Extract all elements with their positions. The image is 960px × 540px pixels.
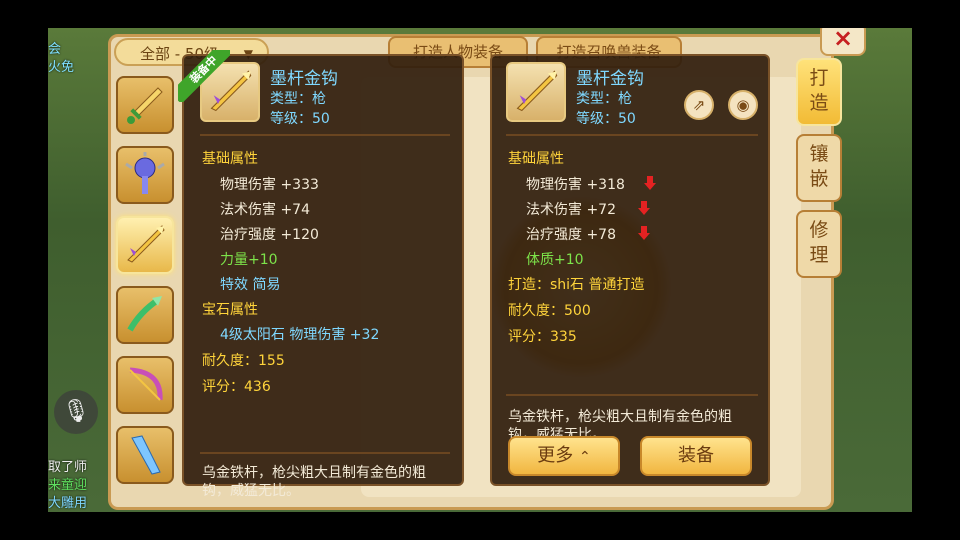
game-scene: 会 火免 🎙 取了师 来童迎 大雕用 全部 - 50级 ▼ 打造人物装备 打造召… <box>48 28 912 512</box>
microphone-icon: 🎙 <box>62 399 90 424</box>
equipment-slot[interactable] <box>116 146 174 204</box>
chevron-up-icon: ⌃ <box>579 449 591 465</box>
gem-attr-line: 4级太阳石 物理伤害 +32 <box>220 327 380 343</box>
equipment-slot[interactable] <box>116 426 174 484</box>
item-name: 墨杆金钩 <box>576 69 644 89</box>
divider <box>200 452 450 454</box>
voice-chat-button[interactable]: 🎙 <box>54 390 98 434</box>
bow-icon <box>129 367 163 401</box>
gem-attr-title: 宝石属性 <box>202 302 258 318</box>
chat-line: 来童迎 <box>48 478 88 493</box>
tab-forge[interactable]: 打造 <box>796 58 842 126</box>
decrease-arrow-icon <box>638 226 650 240</box>
tab-repair[interactable]: 修理 <box>796 210 842 278</box>
equipment-slot[interactable] <box>116 76 174 134</box>
item-icon-frame <box>506 62 566 122</box>
item-level: 等级：50 <box>576 111 636 127</box>
chat-line: 取了师 <box>48 460 88 475</box>
close-icon: × <box>832 28 854 52</box>
special-effect: 特效 简易 <box>220 277 281 293</box>
item-score: 评分：335 <box>508 329 577 345</box>
eye-icon: ◉ <box>736 96 750 114</box>
tab-inlay[interactable]: 镶嵌 <box>796 134 842 202</box>
equipment-slot[interactable] <box>116 286 174 344</box>
decrease-arrow-icon <box>644 176 656 190</box>
equipment-slot-selected[interactable] <box>116 216 174 274</box>
equipment-list[interactable] <box>114 72 178 512</box>
forge-info: 打造：shi石 普通打造 <box>508 277 645 293</box>
spear-icon <box>127 225 165 263</box>
item-description: 乌金铁杆，枪尖粗大且制有金色的粗钩，威猛无比。 <box>202 465 426 499</box>
claw-icon <box>127 296 162 332</box>
durability: 耐久度：155 <box>202 353 285 369</box>
attr-healing-power: 治疗强度 +78 <box>526 227 616 243</box>
item-type: 类型：枪 <box>270 91 326 107</box>
chat-line: 大雕用 <box>48 496 88 511</box>
compare-item-panel: 墨杆金钩 类型：枪 等级：50 ⇗ ◉ 基础属性 物理伤害 +318 法术伤害 … <box>490 54 770 486</box>
more-button[interactable]: 更多 ⌃ <box>508 436 620 476</box>
equip-button[interactable]: 装备 <box>640 436 752 476</box>
item-type: 类型：枪 <box>576 91 632 107</box>
attr-healing-power: 治疗强度 +120 <box>220 227 319 243</box>
more-label: 更多 <box>537 445 574 466</box>
divider <box>200 134 450 136</box>
item-name: 墨杆金钩 <box>270 69 338 89</box>
base-attr-title: 基础属性 <box>202 151 258 167</box>
chat-line: 火免 <box>48 60 75 75</box>
durability: 耐久度：500 <box>508 303 591 319</box>
close-button[interactable]: × <box>820 28 866 56</box>
divider <box>506 134 758 136</box>
item-score: 评分：436 <box>202 379 271 395</box>
mace-icon <box>125 152 165 194</box>
decrease-arrow-icon <box>638 201 650 215</box>
share-icon: ⇗ <box>692 96 706 114</box>
item-level: 等级：50 <box>270 111 330 127</box>
equipped-badge: 装备中 <box>178 50 230 102</box>
crystal-blade-icon <box>131 435 161 475</box>
chat-overlay: 会 火免 🎙 取了师 来童迎 大雕用 <box>48 28 110 512</box>
sword-icon <box>127 87 163 124</box>
divider <box>506 394 758 396</box>
bonus-attr: 力量+10 <box>220 252 278 268</box>
attr-physical-damage: 物理伤害 +318 <box>526 177 625 193</box>
spear-icon <box>516 70 558 112</box>
attr-magic-damage: 法术伤害 +72 <box>526 202 616 218</box>
share-button[interactable]: ⇗ <box>684 90 714 120</box>
chat-line: 会 <box>48 42 62 57</box>
attr-magic-damage: 法术伤害 +74 <box>220 202 310 218</box>
preview-button[interactable]: ◉ <box>728 90 758 120</box>
attr-physical-damage: 物理伤害 +333 <box>220 177 319 193</box>
equipped-item-panel: 装备中 墨杆金钩 类型：枪 等级：50 基础属性 物理伤害 +333 法术伤害 … <box>178 50 464 499</box>
bonus-attr: 体质+10 <box>526 252 584 268</box>
equipment-slot[interactable] <box>116 356 174 414</box>
base-attr-title: 基础属性 <box>508 151 564 167</box>
